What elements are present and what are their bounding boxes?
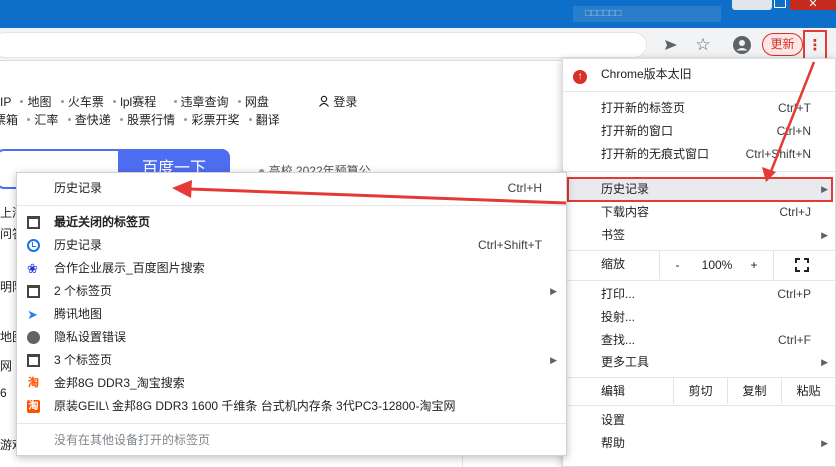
history-item[interactable]: ➤ 腾讯地图	[17, 303, 566, 326]
bookmark-star-icon[interactable]: ☆	[692, 34, 714, 56]
other-devices-note: 没有在其他设备打开的标签页	[54, 433, 211, 447]
menu-item-help[interactable]: 帮助 ▶	[563, 432, 835, 455]
window-icon	[27, 216, 40, 229]
menu-item-new-tab[interactable]: 打开新的标签页 Ctrl+T	[563, 97, 835, 120]
address-bar[interactable]	[0, 32, 647, 58]
chevron-right-icon: ▶	[821, 230, 828, 240]
nav-link[interactable]: 彩票开奖	[191, 113, 239, 127]
divider	[563, 280, 835, 281]
menu-item-find[interactable]: 查找... Ctrl+F	[563, 329, 835, 352]
menu-item-incognito[interactable]: 打开新的无痕式窗口 Ctrl+Shift+N	[563, 143, 835, 166]
history-item[interactable]: 3 个标签页 ▶	[17, 349, 566, 372]
chevron-right-icon: ▶	[550, 355, 557, 365]
maximize-button[interactable]	[774, 0, 786, 8]
window-icon	[27, 354, 40, 367]
history-clock-icon	[27, 239, 40, 252]
send-icon[interactable]	[660, 34, 682, 56]
nav-link[interactable]: 网盘	[245, 95, 269, 109]
zoom-out-button[interactable]: -	[659, 251, 695, 279]
menu-item-print[interactable]: 打印... Ctrl+P	[563, 283, 835, 306]
chrome-main-menu: ↑ Chrome版本太旧 打开新的标签页 Ctrl+T 打开新的窗口 Ctrl+N …	[562, 58, 836, 467]
page-text-fragment: 网	[0, 359, 13, 373]
window-titlebar: □□□□□□ ✕	[0, 0, 836, 28]
paste-button[interactable]: 粘贴	[781, 378, 835, 404]
history-submenu: 历史记录 Ctrl+H 最近关闭的标签页 历史记录 Ctrl+Shift+T ❀ 合…	[16, 172, 567, 456]
nav-link[interactable]: 违章查询	[181, 95, 229, 109]
cut-button[interactable]: 剪切	[673, 378, 727, 404]
history-item[interactable]: 淘 金邦8G DDR3_淘宝搜索	[17, 372, 566, 395]
window-icon	[27, 285, 40, 298]
nav-link[interactable]: IP	[0, 95, 11, 109]
chevron-right-icon: ▶	[821, 357, 828, 367]
close-icon: ✕	[808, 0, 818, 10]
profile-icon[interactable]	[731, 34, 753, 56]
menu-item-bookmarks[interactable]: 书签 ▶	[563, 224, 835, 247]
taobao-icon: 淘	[27, 377, 40, 390]
copy-button[interactable]: 复制	[727, 378, 781, 404]
page-text-fragment: 6	[0, 386, 7, 400]
divider	[17, 205, 566, 206]
history-item[interactable]: ❀ 合作企业展示_百度图片搜索	[17, 257, 566, 280]
history-item[interactable]: 淘 原装GEIL\ 金邦8G DDR3 1600 千维条 台式机内存条 3代PC…	[17, 395, 566, 418]
taobao-icon: 淘	[27, 400, 40, 413]
nav-link[interactable]: 股票行情	[127, 113, 175, 127]
fullscreen-icon	[794, 257, 810, 273]
history-item[interactable]: 2 个标签页 ▶	[17, 280, 566, 303]
menu-item-new-window[interactable]: 打开新的窗口 Ctrl+N	[563, 120, 835, 143]
nav-link[interactable]: 翻译	[256, 113, 280, 127]
nav-row-1: IP 地图 火车票 lpl赛程 违章查询 网盘	[0, 93, 269, 110]
minimize-button[interactable]	[732, 0, 772, 10]
user-icon	[319, 95, 329, 107]
divider	[17, 423, 566, 424]
nav-link[interactable]: 汇率	[34, 113, 58, 127]
nav-link[interactable]: 票箱	[0, 113, 18, 127]
blurred-title: □□□□□□	[573, 6, 721, 22]
chevron-right-icon: ▶	[821, 184, 828, 194]
nav-link[interactable]: lpl赛程	[120, 95, 156, 109]
menu-item-history[interactable]: 历史记录 ▶	[563, 178, 835, 201]
update-button[interactable]: 更新	[762, 33, 803, 56]
update-arrow-icon: ↑	[573, 70, 587, 84]
nav-link[interactable]: 地图	[27, 95, 51, 109]
login-label: 登录	[333, 95, 358, 109]
nav-link[interactable]: 查快递	[75, 113, 111, 127]
chevron-right-icon: ▶	[821, 438, 828, 448]
menu-item-settings[interactable]: 设置	[563, 409, 835, 432]
more-vert-icon: ⋮	[807, 37, 823, 54]
globe-icon	[27, 331, 40, 344]
close-window-button[interactable]: ✕	[790, 0, 836, 10]
divider	[563, 91, 835, 92]
recently-closed-heading: 最近关闭的标签页	[17, 211, 566, 234]
history-item[interactable]: 隐私设置错误	[17, 326, 566, 349]
nav-link[interactable]: 火车票	[68, 95, 104, 109]
divider	[563, 171, 835, 172]
login-link[interactable]: 登录	[318, 93, 357, 110]
menu-item-cast[interactable]: 投射...	[563, 306, 835, 329]
history-header-item[interactable]: 历史记录 Ctrl+H	[17, 177, 566, 200]
menu-item-update[interactable]: ↑ Chrome版本太旧	[563, 63, 835, 86]
menu-item-downloads[interactable]: 下载内容 Ctrl+J	[563, 201, 835, 224]
divider	[563, 405, 835, 406]
zoom-value: 100%	[701, 258, 733, 272]
history-item[interactable]: 历史记录 Ctrl+Shift+T	[17, 234, 566, 257]
zoom-in-button[interactable]: +	[739, 251, 769, 279]
chevron-right-icon: ▶	[550, 286, 557, 296]
nav-row-2: 票箱 汇率 查快递 股票行情 彩票开奖 翻译	[0, 111, 280, 128]
tencent-map-icon: ➤	[27, 307, 38, 322]
baidu-paw-icon: ❀	[27, 261, 38, 276]
menu-item-more-tools[interactable]: 更多工具 ▶	[563, 351, 835, 374]
